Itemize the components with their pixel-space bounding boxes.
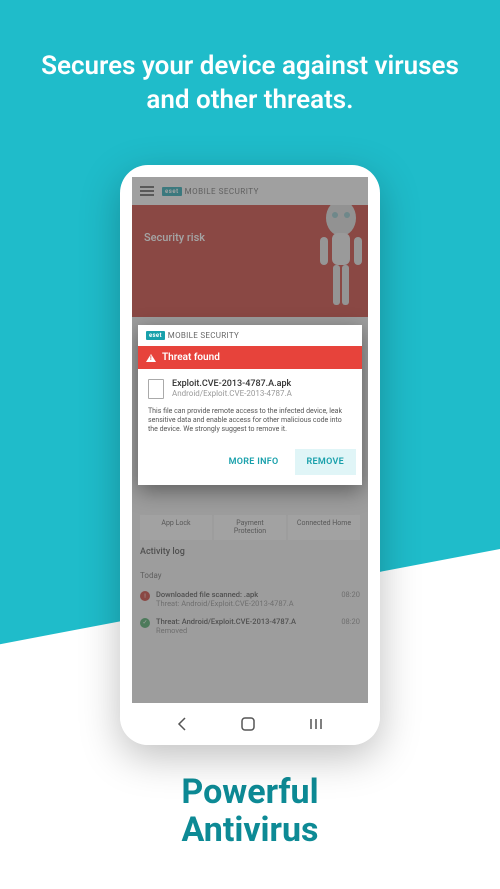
threat-header: Threat found <box>138 346 362 369</box>
tagline-line2: Antivirus <box>0 812 500 849</box>
threat-modal: eset MOBILE SECURITY Threat found Exploi… <box>138 325 362 485</box>
threat-description: This file can provide remote access to t… <box>138 405 362 443</box>
bars-icon <box>308 717 324 731</box>
more-info-button[interactable]: MORE INFO <box>217 449 291 475</box>
promo-headline: Secures your device against viruses and … <box>0 0 500 118</box>
document-icon <box>148 379 164 399</box>
brand-logo: eset <box>146 331 165 340</box>
remove-button[interactable]: REMOVE <box>295 449 357 475</box>
phone-screen: eset MOBILE SECURITY Security risk App L… <box>132 177 368 703</box>
threat-names: Exploit.CVE-2013-4787.A.apk Android/Expl… <box>172 379 292 399</box>
phone-mockup: eset MOBILE SECURITY Security risk App L… <box>120 165 380 745</box>
brand-text: MOBILE SECURITY <box>168 331 239 340</box>
back-button[interactable] <box>176 716 188 732</box>
threat-name: Android/Exploit.CVE-2013-4787.A <box>172 389 292 398</box>
threat-header-text: Threat found <box>162 352 220 363</box>
home-button[interactable] <box>240 716 256 732</box>
android-nav-bar <box>120 703 380 745</box>
tagline-line1: Powerful <box>0 774 500 811</box>
chevron-left-icon <box>176 716 188 732</box>
square-icon <box>240 716 256 732</box>
modal-actions: MORE INFO REMOVE <box>138 443 362 485</box>
threat-file-row: Exploit.CVE-2013-4787.A.apk Android/Expl… <box>138 369 362 405</box>
file-name: Exploit.CVE-2013-4787.A.apk <box>172 379 292 389</box>
warning-icon <box>146 354 156 362</box>
modal-brand: eset MOBILE SECURITY <box>138 325 362 346</box>
recents-button[interactable] <box>308 717 324 731</box>
promo-tagline: Powerful Antivirus <box>0 774 500 849</box>
